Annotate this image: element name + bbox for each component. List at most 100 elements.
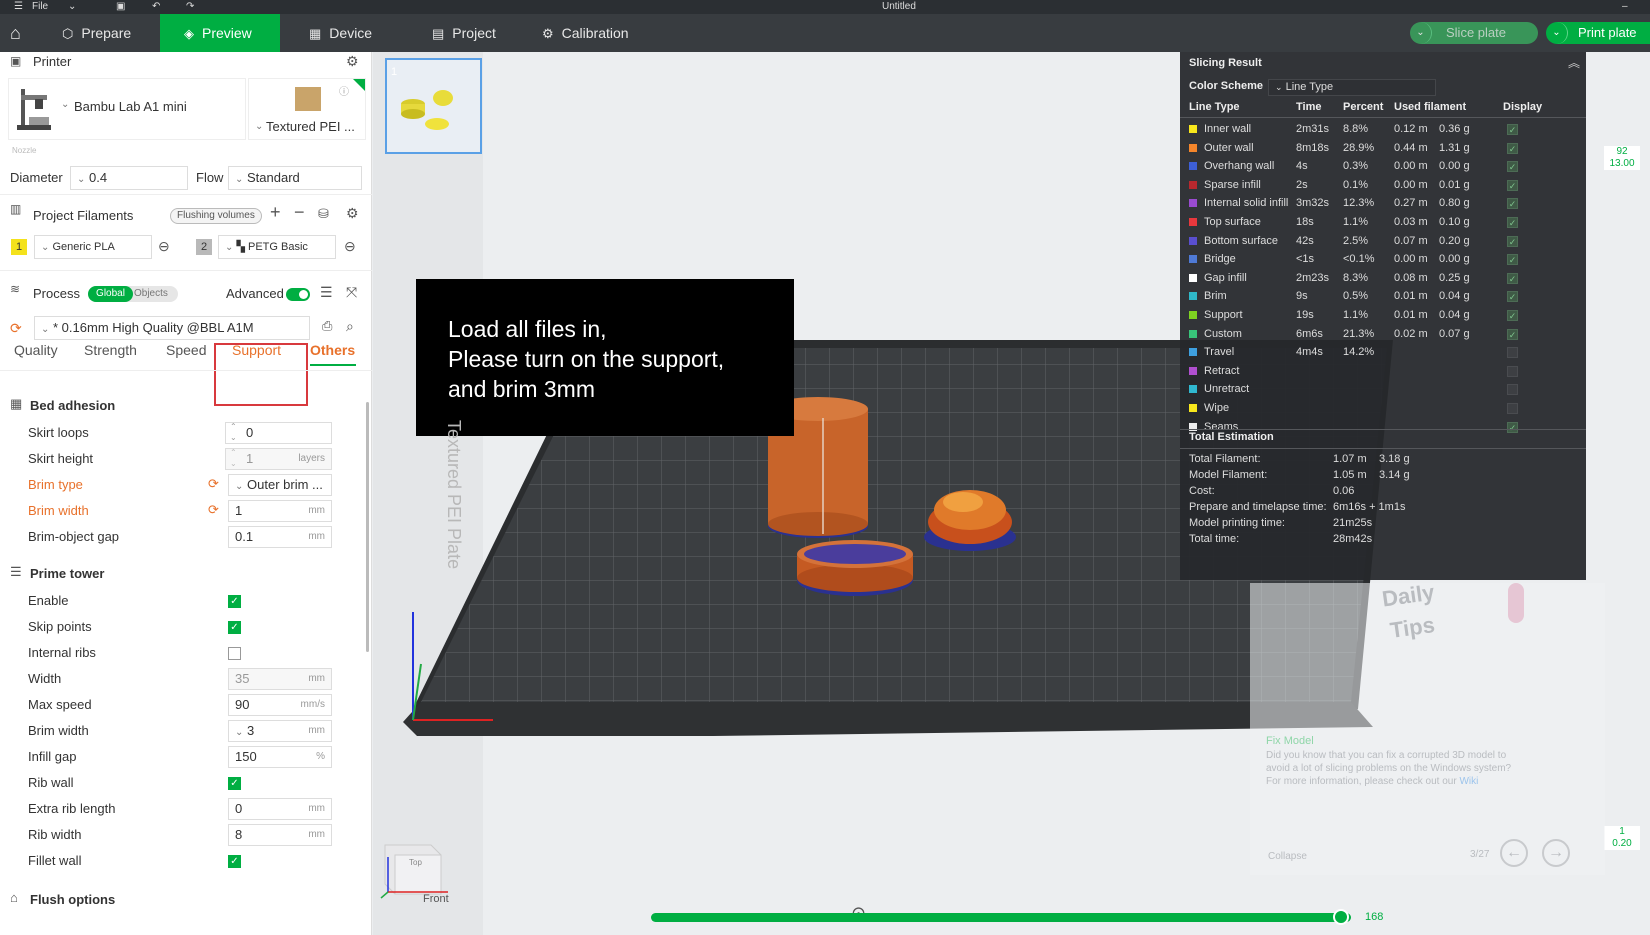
global-objects-toggle[interactable]: Global Objects [88,286,178,302]
display-checkbox[interactable]: ✓ [1507,142,1518,154]
extra-rib-length-input[interactable]: 0 mm [228,798,332,820]
brim-width-input[interactable]: 1 mm [228,500,332,522]
layer-slider-top-label[interactable]: 92 13.00 [1604,146,1640,170]
tab-others[interactable]: Others [310,342,355,358]
minimize-icon[interactable]: – [1622,0,1628,13]
chevron-down-icon[interactable]: ⌄ [61,99,69,110]
tab-project[interactable]: ▤ Project [418,14,528,52]
skirt-loops-input[interactable]: ⌃ ⌄ 0 [225,422,332,444]
tab-preview[interactable]: ◈ Preview [160,14,280,52]
filament-1-swatch[interactable]: 1 [11,239,27,255]
enable-checkbox[interactable]: ✓ [228,595,241,608]
chevron-down-icon[interactable]: ⌄ [1410,22,1432,44]
width-input[interactable]: 35 mm [228,668,332,690]
reset-icon[interactable]: ⟳ [208,502,219,518]
reset-icon[interactable]: ⟳ [208,476,219,492]
sync-icon[interactable]: ⛁ [318,206,329,222]
home-icon[interactable]: ⌂ [10,14,21,52]
save-icon[interactable]: ▣ [116,0,125,13]
slice-plate-button[interactable]: ⌄ Slice plate [1410,22,1538,44]
tab-device[interactable]: ▦ Device [295,14,405,52]
plate-selector[interactable]: ⓘ ⌄ Textured PEI ... [248,78,366,140]
display-checkbox[interactable]: ✓ [1507,310,1518,321]
display-checkbox[interactable] [1507,403,1518,414]
display-checkbox[interactable]: ✓ [1507,161,1518,173]
hamburger-menu-icon[interactable]: ☰ [14,0,23,13]
gear-icon[interactable]: ⚙ [346,53,359,70]
spinner-icon[interactable]: ⌃ ⌄ [230,447,237,469]
move-slider-thumb[interactable] [1332,909,1349,925]
wiki-link[interactable]: Wiki [1459,776,1478,787]
brim-type-dropdown[interactable]: ⌄ Outer brim ... [228,474,332,496]
display-checkbox[interactable]: ✓ [1507,235,1518,247]
tab-speed[interactable]: Speed [166,342,206,358]
display-checkbox[interactable]: ✓ [1507,421,1518,433]
prev-tip-icon[interactable]: ← [1500,839,1528,867]
diameter-dropdown[interactable]: ⌄ 0.4 [70,166,188,190]
display-checkbox[interactable]: ✓ [1507,272,1518,284]
global-toggle[interactable]: Global [88,286,133,302]
list-icon[interactable]: ☰ [320,284,333,301]
display-checkbox[interactable]: ✓ [1507,254,1518,266]
tab-prepare[interactable]: ⬡ Prepare [48,14,158,52]
filament-2-swatch[interactable]: 2 [196,239,212,255]
add-icon[interactable]: + [270,202,281,223]
file-menu[interactable]: File [32,0,48,13]
next-tip-icon[interactable]: → [1542,839,1570,867]
tab-quality[interactable]: Quality [14,342,58,358]
flow-dropdown[interactable]: ⌄ Standard [228,166,362,190]
filament-2-dropdown[interactable]: ⌄ ▚ PETG Basic [218,235,336,259]
collapse-button[interactable]: Collapse [1268,851,1307,862]
save-profile-icon[interactable]: ⎙ [322,318,332,334]
rib-width-input[interactable]: 8 mm [228,824,332,846]
process-profile-dropdown[interactable]: ⌄ * 0.16mm High Quality @BBL A1M [34,316,310,340]
fillet-wall-checkbox[interactable]: ✓ [228,855,241,868]
display-checkbox[interactable]: ✓ [1507,291,1518,303]
info-icon[interactable]: ⓘ [339,83,349,98]
view-cube-front[interactable]: Front [423,893,449,905]
max-speed-input[interactable]: 90 mm/s [228,694,332,716]
chevron-down-icon[interactable]: ⌄ [68,0,76,13]
chevron-down-icon[interactable]: ⌄ [1546,22,1568,44]
display-checkbox[interactable]: ✓ [1507,198,1518,210]
reset-icon[interactable]: ⟳ [10,320,22,337]
display-checkbox[interactable]: ✓ [1507,217,1518,228]
spinner-icon[interactable]: ⌃ ⌄ [230,421,237,443]
layer-slider-bottom-label[interactable]: 1 0.20 [1604,826,1640,850]
brim-object-gap-input[interactable]: 0.1 mm [228,526,332,548]
advanced-switch[interactable] [286,288,310,301]
tab-strength[interactable]: Strength [84,342,137,358]
redo-icon[interactable]: ↷ [186,0,194,13]
sidebar-scrollbar[interactable] [366,402,369,652]
display-checkbox[interactable]: ✓ [1507,124,1518,135]
skirt-height-input[interactable]: ⌃ ⌄ 1 layers [225,448,332,470]
infill-gap-input[interactable]: 150 % [228,746,332,768]
edit-filament-icon[interactable]: ⊖ [344,238,356,255]
view-cube-top[interactable]: Top [409,858,422,867]
rib-wall-checkbox[interactable]: ✓ [228,777,241,790]
tab-calibration[interactable]: ⚙ Calibration [530,14,660,52]
undo-icon[interactable]: ↶ [152,0,160,13]
display-checkbox[interactable]: ✓ [1507,179,1518,191]
search-icon[interactable]: ⌕ [346,318,354,335]
gear-icon[interactable]: ⚙ [346,205,359,222]
objects-toggle[interactable]: Objects [134,286,168,302]
filament-1-dropdown[interactable]: ⌄ Generic PLA [34,235,152,259]
printer-selector[interactable]: ⌄ Bambu Lab A1 mini [8,78,246,140]
flushing-volumes-button[interactable]: Flushing volumes [170,208,262,224]
print-plate-button[interactable]: ⌄ Print plate [1546,22,1650,44]
display-checkbox[interactable] [1507,347,1518,359]
display-checkbox[interactable] [1507,365,1518,377]
display-checkbox[interactable]: ✓ [1507,328,1518,340]
chevron-down-icon[interactable]: ⌄ [255,121,263,132]
display-checkbox[interactable] [1507,384,1518,396]
internal-ribs-checkbox[interactable] [228,647,241,660]
compare-icon[interactable]: ⤧ [346,284,357,301]
edit-filament-icon[interactable]: ⊖ [158,238,170,255]
collapse-panel-icon[interactable]: ︽ [1568,54,1580,71]
tower-brim-width-input[interactable]: ⌄ 3 mm [228,720,332,742]
skip-points-checkbox[interactable]: ✓ [228,621,241,634]
color-scheme-dropdown[interactable]: ⌄ Line Type [1268,79,1436,96]
remove-icon[interactable]: − [294,202,305,223]
move-slider-track[interactable] [651,913,1351,922]
